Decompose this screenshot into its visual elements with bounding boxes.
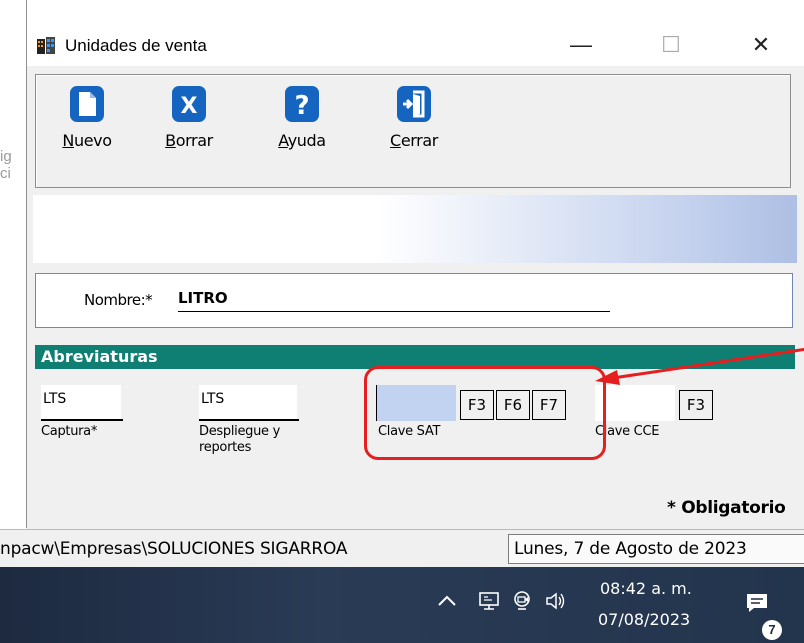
despliegue-caption: Despliegue y reportes: [199, 424, 280, 455]
delete-label: Borrar: [165, 131, 213, 150]
toolbar: Nuevo X Borrar ? Ayuda Cerrar: [35, 74, 791, 188]
captura-input[interactable]: LTS: [41, 385, 121, 419]
background-text: ig ci: [0, 148, 12, 182]
nombre-underline: [178, 311, 610, 312]
despliegue-input[interactable]: LTS: [199, 385, 297, 419]
minimize-icon: —: [570, 32, 592, 57]
help-question-icon: ?: [285, 86, 319, 122]
close-icon: ✕: [751, 32, 771, 57]
clock-date[interactable]: 07/08/2023: [598, 610, 690, 629]
app-icon: [37, 37, 55, 54]
svg-text:X: X: [181, 94, 198, 119]
despliegue-underline: [199, 419, 299, 421]
show-hidden-icons-button[interactable]: [432, 585, 462, 617]
window-title: Unidades de venta: [65, 36, 207, 55]
network-icon: [479, 592, 499, 610]
svg-text:?: ?: [294, 91, 309, 121]
close-toolbar-button[interactable]: Cerrar: [379, 85, 449, 150]
annotation-highlight-box: [364, 366, 606, 460]
exit-door-icon: [397, 86, 431, 122]
new-document-icon: [70, 86, 104, 122]
captura-caption: Captura*: [41, 424, 98, 439]
speaker-icon: [546, 592, 565, 610]
maximize-button[interactable]: ☐: [641, 28, 701, 62]
name-panel: Nombre:* LITRO: [35, 273, 793, 328]
background-app: ig ci: [0, 0, 26, 530]
help-button[interactable]: ? Ayuda: [267, 85, 337, 150]
status-path: npacw\Empresas\SOLUCIONES SIGARROA: [0, 539, 348, 559]
minimize-button[interactable]: —: [551, 28, 611, 62]
taskbar: 08:42 a. m. 07/08/2023 7: [0, 567, 804, 643]
clave-cce-input[interactable]: [595, 385, 675, 421]
cce-f3-button[interactable]: F3: [679, 390, 713, 420]
webcam-icon: [514, 591, 530, 610]
title-bar[interactable]: Unidades de venta — ☐ ✕: [27, 0, 804, 66]
delete-x-icon: X: [172, 86, 206, 122]
new-button[interactable]: Nuevo: [52, 85, 122, 150]
clock-time[interactable]: 08:42 a. m.: [600, 579, 692, 598]
chevron-up-icon: [438, 595, 456, 606]
unidades-window: Unidades de venta — ☐ ✕ Nuevo X Borrar ?…: [26, 0, 804, 528]
network-button[interactable]: [474, 585, 504, 617]
status-date: Lunes, 7 de Agosto de 2023: [508, 534, 804, 564]
annotation-arrow-icon: [595, 347, 804, 385]
captura-underline: [41, 419, 123, 421]
volume-button[interactable]: [540, 585, 570, 617]
help-label: Ayuda: [278, 131, 326, 150]
required-note: * Obligatorio: [667, 498, 786, 518]
notification-center-icon: [747, 594, 767, 612]
status-bar: npacw\Empresas\SOLUCIONES SIGARROA Lunes…: [0, 529, 804, 567]
header-band: [33, 195, 797, 263]
close-button[interactable]: ✕: [731, 28, 791, 62]
new-label: Nuevo: [62, 131, 112, 150]
nombre-label: Nombre:*: [84, 291, 153, 309]
nombre-input[interactable]: LITRO: [178, 289, 228, 307]
close-label: Cerrar: [390, 131, 438, 150]
notifications-button[interactable]: [742, 587, 772, 619]
delete-button[interactable]: X Borrar: [154, 85, 224, 150]
maximize-icon: ☐: [661, 32, 681, 57]
meet-now-button[interactable]: [508, 585, 538, 617]
notification-count-badge: 7: [762, 620, 782, 640]
